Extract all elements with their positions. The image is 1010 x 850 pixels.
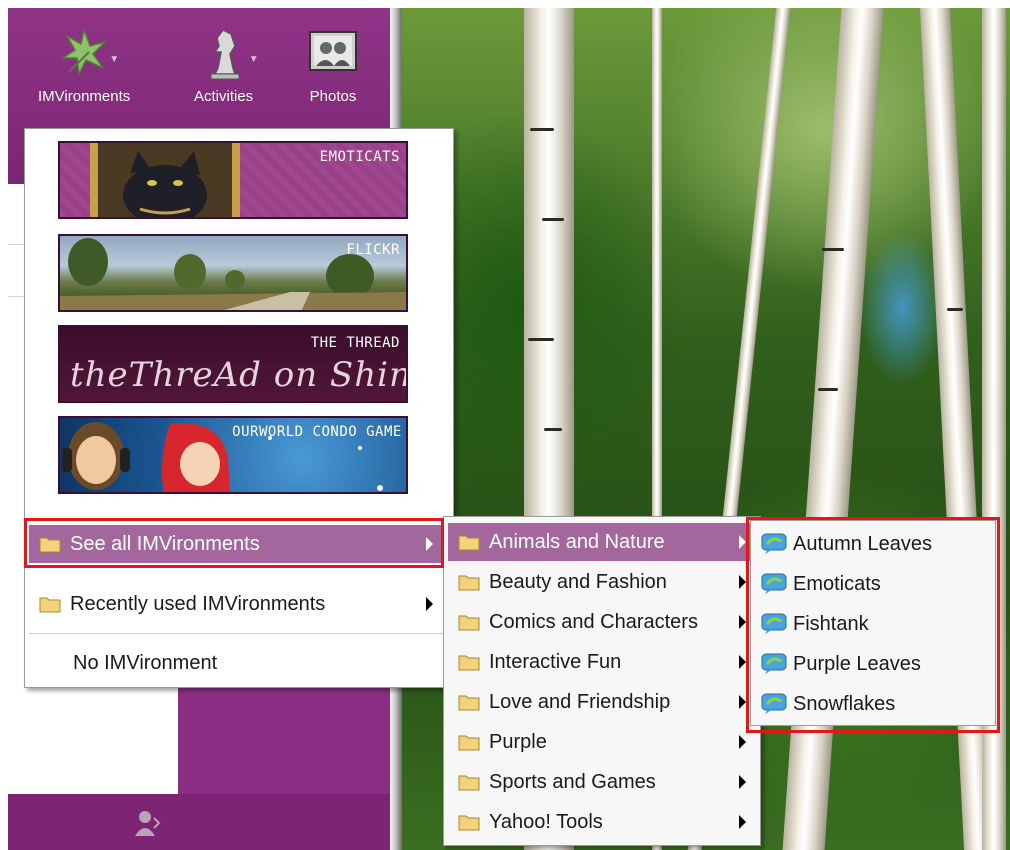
submenu-arrow-icon (739, 655, 746, 669)
category-yahoo-tools[interactable]: Yahoo! Tools (448, 803, 756, 841)
folder-icon (458, 653, 480, 671)
category-label: Love and Friendship (489, 690, 671, 713)
theme-autumn-leaves[interactable]: Autumn Leaves (751, 525, 995, 563)
category-label: Sports and Games (489, 770, 656, 793)
chat-bubble-icon (761, 573, 787, 595)
folder-icon (458, 733, 480, 751)
folder-icon (458, 573, 480, 591)
featured-emoticats-label: EMOTICATS (319, 149, 400, 165)
category-submenu: Animals and Nature Beauty and Fashion Co… (443, 516, 761, 846)
activities-button[interactable]: ▼ Activities (194, 24, 259, 105)
folder-icon (458, 813, 480, 831)
featured-flickr-banner[interactable]: FLICKR (58, 234, 408, 312)
submenu-arrow-icon (739, 775, 746, 789)
theme-emoticats[interactable]: Emoticats (751, 565, 995, 603)
featured-flickr-label: FLICKR (346, 242, 400, 258)
menu-item-label: No IMVironment (73, 651, 218, 674)
activities-label: Activities (194, 88, 254, 105)
featured-emoticats-banner[interactable]: EMOTICATS (58, 141, 408, 219)
thread-logo: theThreAd on Shine (70, 355, 408, 395)
bark-mark (542, 218, 564, 221)
folder-icon (39, 535, 61, 553)
submenu-arrow-icon (426, 597, 433, 611)
theme-label: Autumn Leaves (793, 532, 932, 555)
photos-icon (308, 24, 358, 82)
menu-item-label: See all IMVironments (70, 532, 260, 555)
submenu-arrow-icon (739, 615, 746, 629)
menu-item-recently-used-imvironments[interactable]: Recently used IMVironments (29, 585, 443, 623)
submenu-arrow-icon (739, 815, 746, 829)
folder-icon (458, 533, 480, 551)
category-sports-and-games[interactable]: Sports and Games (448, 763, 756, 801)
theme-fishtank[interactable]: Fishtank (751, 605, 995, 643)
bark-mark (528, 338, 554, 341)
menu-item-see-all-imvironments[interactable]: See all IMVironments (29, 525, 443, 563)
theme-label: Purple Leaves (793, 652, 921, 675)
chat-bubble-icon (761, 533, 787, 555)
folder-icon (39, 595, 61, 613)
chat-bubble-icon (761, 613, 787, 635)
featured-thread-label: THE THREAD (310, 335, 400, 351)
bark-mark (544, 428, 562, 431)
chess-knight-icon: ▼ (199, 24, 259, 82)
bark-mark (822, 248, 844, 251)
category-label: Beauty and Fashion (489, 570, 667, 593)
theme-purple-leaves[interactable]: Purple Leaves (751, 645, 995, 683)
photos-button[interactable]: Photos (308, 24, 358, 105)
theme-snowflakes[interactable]: Snowflakes (751, 685, 995, 723)
category-label: Interactive Fun (489, 650, 622, 673)
person-icon[interactable] (132, 808, 162, 838)
category-comics-and-characters[interactable]: Comics and Characters (448, 603, 756, 641)
category-label: Comics and Characters (489, 610, 698, 633)
folder-icon (458, 773, 480, 791)
featured-ourworld-label: OURWORLD CONDO GAME (232, 424, 402, 440)
featured-ourworld-banner[interactable]: OURWORLD CONDO GAME (58, 416, 408, 494)
menu-item-label: Recently used IMVironments (70, 592, 326, 615)
chat-bubble-icon (761, 693, 787, 715)
folder-icon (458, 613, 480, 631)
imvironments-label: IMVironments (38, 88, 131, 105)
theme-label: Snowflakes (793, 692, 896, 715)
category-love-and-friendship[interactable]: Love and Friendship (448, 683, 756, 721)
imvironments-icon: ▼ (59, 24, 119, 82)
theme-label: Fishtank (793, 612, 869, 635)
submenu-arrow-icon (739, 535, 746, 549)
category-purple[interactable]: Purple (448, 723, 756, 761)
menu-separator (29, 633, 449, 634)
category-animals-and-nature[interactable]: Animals and Nature (448, 523, 756, 561)
bottom-bar (8, 794, 390, 850)
category-label: Purple (489, 730, 547, 753)
submenu-arrow-icon (739, 695, 746, 709)
photos-label: Photos (309, 88, 357, 105)
theme-label: Emoticats (793, 572, 881, 595)
bark-mark (818, 388, 838, 391)
category-beauty-and-fashion[interactable]: Beauty and Fashion (448, 563, 756, 601)
menu-item-no-imvironment[interactable]: No IMVironment (29, 644, 443, 682)
category-interactive-fun[interactable]: Interactive Fun (448, 643, 756, 681)
folder-icon (458, 693, 480, 711)
bark-mark (947, 308, 963, 311)
category-label: Animals and Nature (489, 530, 665, 553)
featured-thread-banner[interactable]: THE THREAD theThreAd on Shine (58, 325, 408, 403)
bark-mark (530, 128, 554, 131)
imvironments-dropdown: EMOTICATS FLICKR THE THREAD theThreAd on… (24, 128, 454, 688)
submenu-arrow-icon (739, 575, 746, 589)
submenu-arrow-icon (739, 735, 746, 749)
theme-list: Autumn Leaves Emoticats Fishtank Purple … (750, 520, 996, 726)
imvironments-button[interactable]: ▼ IMVironments (38, 24, 130, 105)
category-label: Yahoo! Tools (489, 810, 603, 833)
submenu-arrow-icon (426, 537, 433, 551)
chat-bubble-icon (761, 653, 787, 675)
